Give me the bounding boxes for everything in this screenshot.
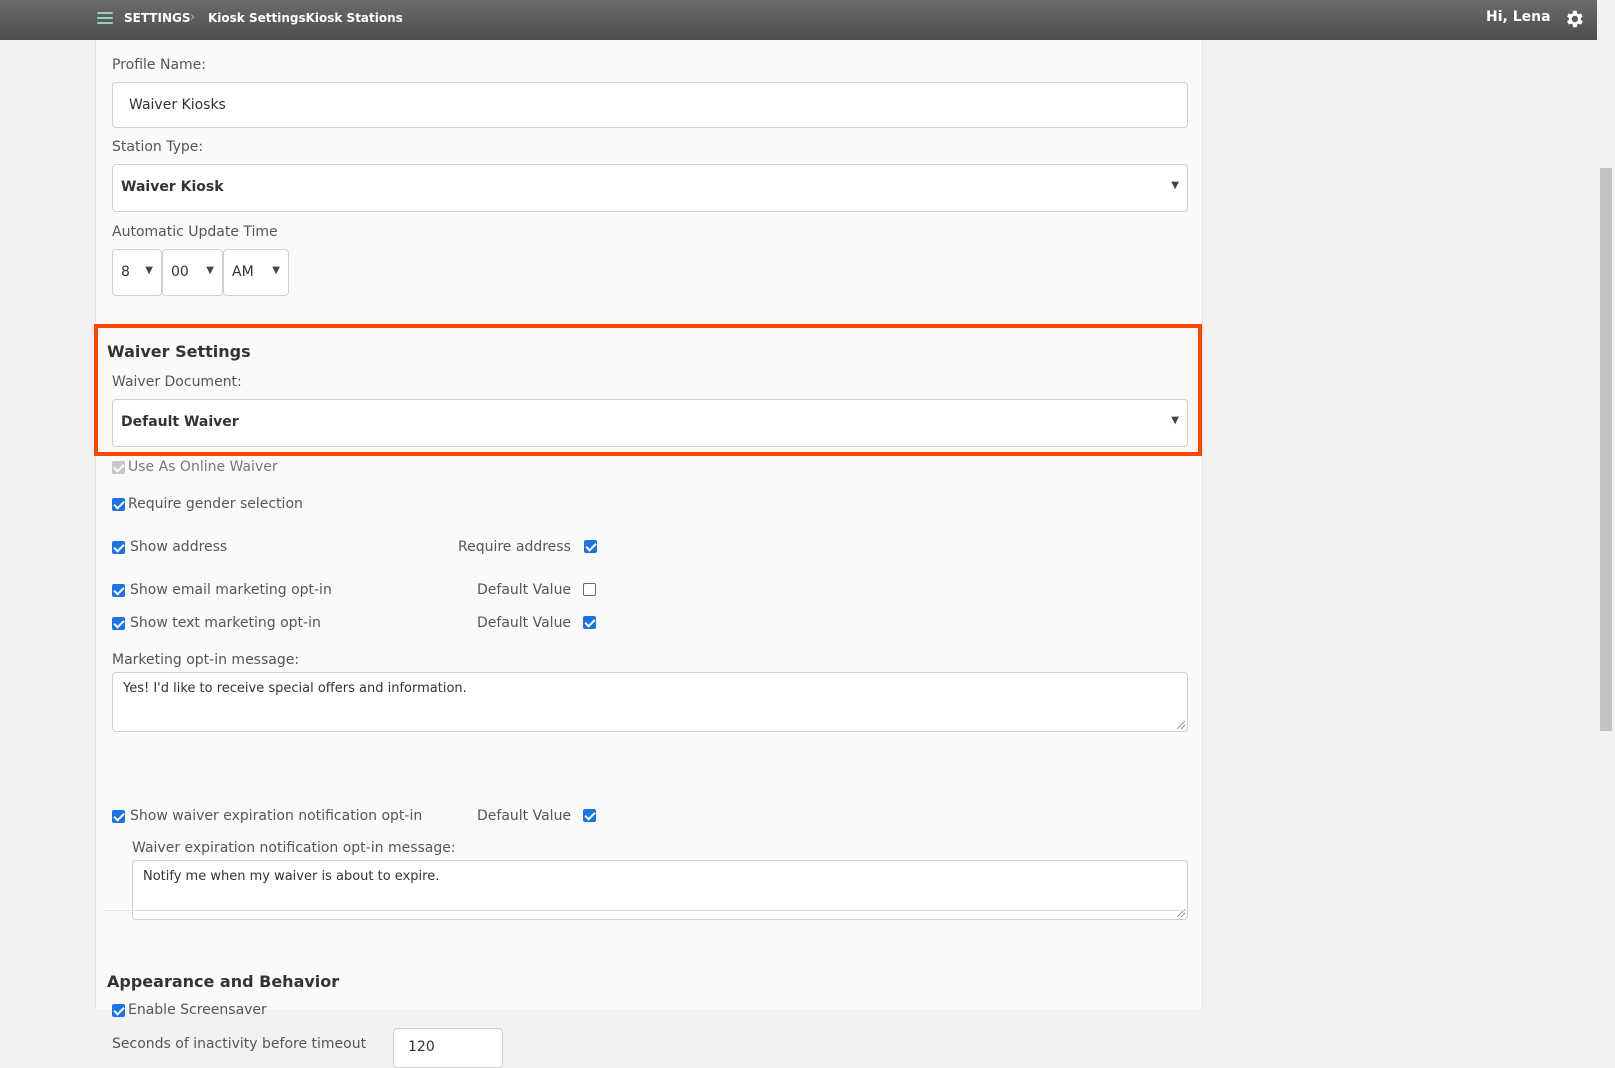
show-text-optin-label: Show text marketing opt-in [130, 615, 321, 631]
marketing-message-textarea[interactable]: Yes! I'd like to receive special offers … [112, 672, 1188, 732]
station-type-label: Station Type: [112, 139, 204, 155]
scrollbar-thumb[interactable] [1600, 168, 1612, 731]
show-address-checkbox[interactable] [112, 541, 125, 554]
text-default-label: Default Value [477, 615, 572, 631]
chevron-down-icon: ▼ [206, 265, 214, 276]
text-default-checkbox[interactable] [583, 616, 596, 629]
chevron-down-icon: ▼ [1171, 180, 1179, 191]
timeout-value: 120 [408, 1039, 435, 1055]
update-time-label: Automatic Update Time [112, 224, 278, 240]
station-type-value: Waiver Kiosk [121, 179, 224, 195]
require-address-label: Require address [458, 539, 571, 555]
show-email-optin-label: Show email marketing opt-in [130, 582, 332, 598]
user-greeting[interactable]: Hi, Lena [1486, 9, 1551, 25]
breadcrumb-settings[interactable]: SETTINGS [124, 11, 191, 25]
profile-name-input[interactable]: Waiver Kiosks [112, 82, 1188, 128]
waiver-settings-highlight [94, 324, 1202, 456]
chevron-down-icon: ▼ [145, 265, 153, 276]
update-minute-value: 00 [171, 264, 189, 280]
expiration-message-value: Notify me when my waiver is about to exp… [143, 869, 440, 884]
chevron-down-icon: ▼ [272, 265, 280, 276]
expiration-message-textarea[interactable]: Notify me when my waiver is about to exp… [132, 860, 1188, 920]
top-bar: SETTINGS › Kiosk SettingsKiosk Stations … [0, 0, 1597, 40]
update-ampm-value: AM [232, 264, 254, 280]
breadcrumb-separator-icon: › [190, 10, 196, 25]
email-default-checkbox[interactable] [583, 583, 596, 596]
require-address-checkbox[interactable] [584, 540, 597, 553]
breadcrumb-current: Kiosk SettingsKiosk Stations [208, 11, 403, 25]
timeout-input[interactable]: 120 [393, 1028, 503, 1068]
use-online-waiver-checkbox [112, 461, 125, 474]
update-ampm-select[interactable]: AM ▼ [223, 249, 289, 296]
expiration-message-label: Waiver expiration notification opt-in me… [132, 840, 456, 856]
expiration-default-label: Default Value [477, 808, 572, 824]
require-gender-label: Require gender selection [128, 496, 303, 512]
hamburger-menu-icon[interactable] [97, 12, 113, 26]
enable-screensaver-checkbox[interactable] [112, 1004, 125, 1017]
show-text-optin-checkbox[interactable] [112, 617, 125, 630]
profile-name-label: Profile Name: [112, 57, 207, 73]
email-default-label: Default Value [477, 582, 572, 598]
enable-screensaver-label: Enable Screensaver [128, 1002, 267, 1018]
expiration-default-checkbox[interactable] [583, 809, 596, 822]
require-gender-checkbox[interactable] [112, 498, 125, 511]
marketing-message-label: Marketing opt-in message: [112, 652, 300, 668]
timeout-label: Seconds of inactivity before timeout [112, 1036, 367, 1052]
page-scrollbar[interactable] [1597, 0, 1615, 1009]
show-address-label: Show address [130, 539, 228, 555]
settings-panel: Profile Name: Waiver Kiosks Station Type… [95, 40, 1203, 1068]
update-minute-select[interactable]: 00 ▼ [162, 249, 223, 296]
profile-name-value: Waiver Kiosks [129, 97, 226, 113]
show-email-optin-checkbox[interactable] [112, 584, 125, 597]
show-expiration-optin-checkbox[interactable] [112, 810, 125, 823]
show-expiration-optin-label: Show waiver expiration notification opt-… [130, 808, 423, 824]
appearance-title: Appearance and Behavior [107, 972, 340, 991]
resize-handle-icon[interactable] [1177, 721, 1185, 729]
section-divider [105, 910, 1190, 911]
station-type-select[interactable]: Waiver Kiosk ▼ [112, 164, 1188, 212]
update-hour-value: 8 [121, 264, 130, 280]
update-hour-select[interactable]: 8 ▼ [112, 249, 162, 296]
gear-icon[interactable] [1563, 8, 1585, 30]
marketing-message-value: Yes! I'd like to receive special offers … [123, 681, 467, 696]
use-online-waiver-label: Use As Online Waiver [128, 459, 278, 475]
